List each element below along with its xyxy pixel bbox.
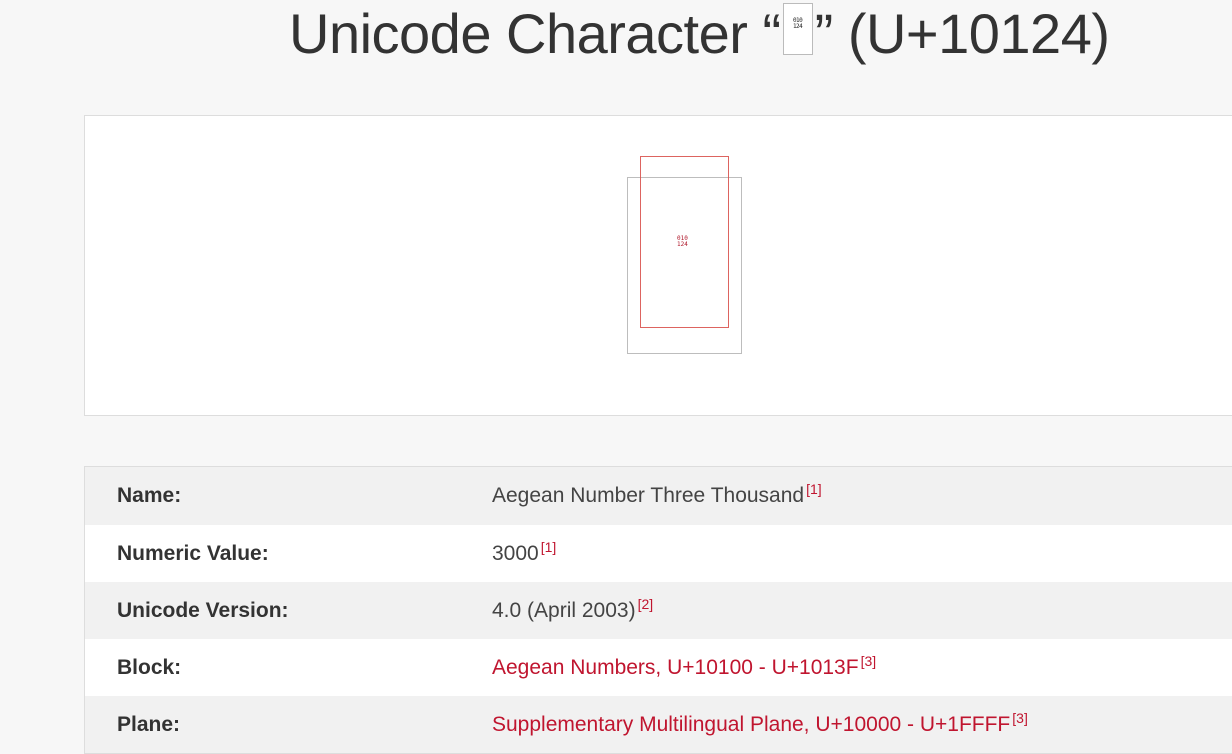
title-glyph-hex-bottom: 124: [792, 23, 803, 30]
citation-link[interactable]: [2]: [638, 596, 654, 612]
property-value: Aegean Numbers, U+10100 - U+1013F [3]: [492, 653, 877, 680]
title-suffix: ” (U+10124): [814, 2, 1110, 65]
property-value: 3000 [1]: [492, 539, 557, 566]
property-row-name: Name: Aegean Number Three Thousand [1]: [85, 467, 1232, 525]
property-row-numeric-value: Numeric Value: 3000 [1]: [85, 525, 1232, 582]
title-prefix: Unicode Character “: [289, 2, 781, 65]
citation-link[interactable]: [1]: [806, 481, 822, 497]
property-row-plane: Plane: Supplementary Multilingual Plane,…: [85, 696, 1232, 753]
glyph-preview-panel: 010 124: [84, 115, 1232, 416]
property-label: Block:: [117, 655, 182, 679]
property-label: Name:: [117, 484, 182, 507]
preview-hex-bottom: 124: [677, 241, 688, 248]
glyph-render: 010 124: [677, 236, 688, 248]
property-value: 4.0 (April 2003) [2]: [492, 596, 654, 623]
citation-link[interactable]: [1]: [541, 539, 557, 555]
page-title: Unicode Character “ 010 124 ” (U+10124): [289, 0, 1110, 68]
property-label: Numeric Value:: [117, 541, 269, 565]
citation-link[interactable]: [3]: [1012, 710, 1028, 726]
property-value-text: 4.0 (April 2003): [492, 598, 636, 622]
citation-link[interactable]: [3]: [861, 653, 877, 669]
title-glyph: 010 124: [792, 18, 803, 30]
property-value-text: Aegean Number Three Thousand: [492, 484, 805, 507]
property-value: Supplementary Multilingual Plane, U+1000…: [492, 710, 1028, 737]
block-link[interactable]: Aegean Numbers, U+10100 - U+1013F: [492, 656, 859, 679]
property-label: Plane:: [117, 712, 181, 736]
property-row-block: Block: Aegean Numbers, U+10100 - U+1013F…: [85, 639, 1232, 696]
title-glyph-box: 010 124: [782, 3, 813, 55]
plane-link[interactable]: Supplementary Multilingual Plane, U+1000…: [492, 713, 1010, 736]
property-row-unicode-version: Unicode Version: 4.0 (April 2003) [2]: [85, 582, 1232, 639]
property-label: Unicode Version:: [117, 598, 289, 622]
property-value-text: 3000: [492, 541, 539, 565]
property-value: Aegean Number Three Thousand [1]: [492, 481, 822, 508]
properties-table: Name: Aegean Number Three Thousand [1] Nu…: [84, 466, 1232, 754]
